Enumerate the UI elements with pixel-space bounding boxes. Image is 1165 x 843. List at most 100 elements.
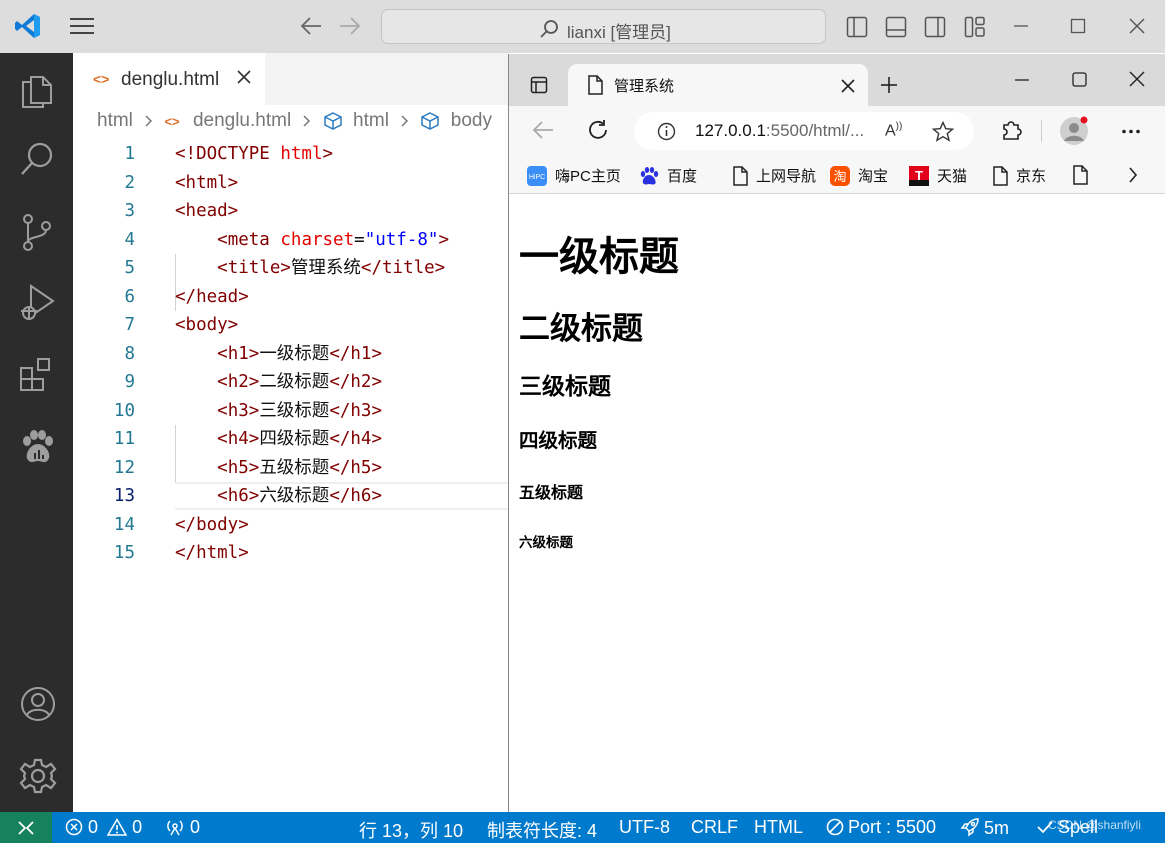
- live-server-port[interactable]: Port : 5500: [826, 817, 936, 838]
- breadcrumb-body[interactable]: body: [451, 110, 492, 132]
- code-line[interactable]: 14 </body>: [73, 511, 509, 540]
- code-line[interactable]: 1 <!DOCTYPE html>: [73, 140, 509, 169]
- extensions-puzzle-icon[interactable]: [1000, 119, 1022, 141]
- favorite-jd[interactable]: 京东: [992, 165, 1046, 186]
- line-number: 15: [113, 543, 135, 563]
- explorer-icon[interactable]: [19, 70, 55, 108]
- editor-tab-denglu[interactable]: <> denglu.html: [73, 53, 265, 105]
- code-token: </html>: [175, 543, 249, 563]
- code-line[interactable]: 15 </html>: [73, 539, 509, 568]
- ports-indicator[interactable]: 0: [165, 817, 200, 838]
- code-line[interactable]: 2 <html>: [73, 169, 509, 198]
- code-line[interactable]: 10 <h3>三级标题</h3>: [73, 397, 509, 426]
- customize-layout-icon[interactable]: [964, 16, 986, 38]
- code-text: <body>: [175, 311, 238, 340]
- new-tab-icon[interactable]: [880, 76, 898, 94]
- end-of-line[interactable]: CRLF: [691, 817, 738, 838]
- close-tab-icon[interactable]: [841, 79, 855, 93]
- breadcrumb-folder[interactable]: html: [97, 110, 133, 132]
- toggle-primary-sidebar-icon[interactable]: [846, 16, 868, 38]
- problems-indicator[interactable]: 0 0: [65, 817, 142, 838]
- refresh-icon[interactable]: [587, 119, 609, 141]
- code-editor[interactable]: 1 <!DOCTYPE html> 2 <html> 3 <head> 4 <meta ch…: [73, 140, 509, 568]
- cursor-position[interactable]: 行 13，列 10: [359, 817, 463, 843]
- encoding[interactable]: UTF-8: [619, 817, 670, 838]
- extensions-icon[interactable]: [19, 356, 55, 394]
- paw-extension-icon[interactable]: [19, 429, 57, 467]
- favorite-tmall[interactable]: T 天猫: [909, 165, 967, 186]
- code-token: "utf-8": [364, 229, 439, 250]
- toggle-secondary-sidebar-icon[interactable]: [924, 16, 946, 38]
- code-token: </title>: [360, 258, 446, 278]
- code-text: <!DOCTYPE html>: [175, 140, 333, 169]
- favorite-label: 上网导航: [756, 168, 817, 185]
- favorite-star-icon[interactable]: [932, 121, 954, 142]
- code-line[interactable]: 6 </head>: [73, 283, 509, 312]
- heading-h4: 四级标题: [519, 429, 598, 452]
- address-bar[interactable]: 127.0.0.1:5500/html/... A)): [634, 112, 974, 150]
- accounts-icon[interactable]: [19, 685, 57, 723]
- code-line[interactable]: 12 <h5>五级标题</h5>: [73, 454, 509, 483]
- code-line[interactable]: 8 <h1>一级标题</h1>: [73, 340, 509, 369]
- source-control-icon[interactable]: [19, 212, 55, 252]
- code-line[interactable]: 3 <head>: [73, 197, 509, 226]
- info-icon[interactable]: [657, 122, 676, 141]
- browser-back-icon[interactable]: [532, 120, 554, 140]
- favorite-label: 京东: [1016, 168, 1047, 185]
- read-aloud-icon[interactable]: A)): [885, 121, 902, 140]
- browser-tab-strip: 管理系统: [509, 54, 1165, 106]
- code-line[interactable]: 11 <h4>四级标题</h4>: [73, 425, 509, 454]
- close-tab-icon[interactable]: [236, 69, 252, 85]
- favorite-more-page[interactable]: [1072, 165, 1096, 185]
- toggle-panel-icon[interactable]: [885, 16, 907, 38]
- maximize-icon[interactable]: [1070, 18, 1086, 34]
- run-debug-icon[interactable]: [19, 283, 57, 323]
- browser-tab[interactable]: 管理系统: [568, 64, 868, 106]
- back-arrow-icon[interactable]: [299, 16, 323, 36]
- remote-indicator[interactable]: [0, 812, 52, 843]
- tab-size[interactable]: 制表符长度: 4: [487, 817, 597, 843]
- code-token: <head>: [175, 201, 239, 221]
- favorite-label: 嗨PC主页: [555, 168, 621, 185]
- code-line[interactable]: 13 <h6>六级标题</h6>: [73, 482, 509, 511]
- minimize-icon[interactable]: [1013, 24, 1029, 28]
- code-line[interactable]: 9 <h2>二级标题</h2>: [73, 368, 509, 397]
- command-center-search[interactable]: lianxi [管理员]: [381, 9, 826, 44]
- favorite-nav[interactable]: 上网导航: [732, 165, 816, 186]
- browser-minimize-icon[interactable]: [1015, 78, 1029, 82]
- broadcast-icon: [165, 818, 185, 836]
- menu-icon[interactable]: [69, 16, 95, 36]
- code-token: </h1>: [329, 343, 382, 364]
- more-options-icon[interactable]: [1121, 129, 1141, 134]
- code-text: <h4>四级标题</h4>: [175, 425, 382, 454]
- favorite-baidu[interactable]: 百度: [639, 165, 697, 186]
- code-token: <meta: [217, 229, 281, 250]
- code-text: <h5>五级标题</h5>: [175, 454, 382, 483]
- code-line[interactable]: 7 <body>: [73, 311, 509, 340]
- browser-page-content: 一级标题 二级标题 三级标题 四级标题 五级标题 六级标题: [509, 194, 1165, 812]
- browser-close-icon[interactable]: [1129, 71, 1145, 87]
- breadcrumb-html[interactable]: html: [353, 110, 389, 132]
- code-line[interactable]: 4 <meta charset="utf-8">: [73, 226, 509, 255]
- editor-tab-bar: <> denglu.html: [73, 53, 509, 105]
- language-mode[interactable]: HTML: [754, 817, 803, 838]
- settings-gear-icon[interactable]: [19, 757, 57, 795]
- code-line[interactable]: 5 <title>管理系统</title>: [73, 254, 509, 283]
- line-number: 6: [124, 286, 135, 307]
- tab-actions-icon[interactable]: [530, 76, 548, 94]
- breadcrumb-file[interactable]: denglu.html: [193, 110, 291, 132]
- timer-indicator[interactable]: 5m: [960, 817, 1009, 839]
- forward-arrow-icon[interactable]: [338, 16, 362, 36]
- favorite-hipc[interactable]: HiPC 嗨PC主页: [527, 165, 621, 186]
- url-path: :5500/html/...: [765, 121, 865, 140]
- profile-avatar[interactable]: [1059, 116, 1089, 146]
- favorite-taobao[interactable]: 淘淘宝: [830, 165, 888, 186]
- code-text: <h3>三级标题</h3>: [175, 397, 382, 426]
- browser-maximize-icon[interactable]: [1072, 72, 1087, 87]
- chevron-right-icon: [400, 114, 409, 128]
- code-token: <h2>: [217, 372, 260, 392]
- chevron-right-icon[interactable]: [1128, 166, 1138, 184]
- close-window-icon[interactable]: [1128, 17, 1146, 35]
- search-activity-icon[interactable]: [19, 141, 55, 179]
